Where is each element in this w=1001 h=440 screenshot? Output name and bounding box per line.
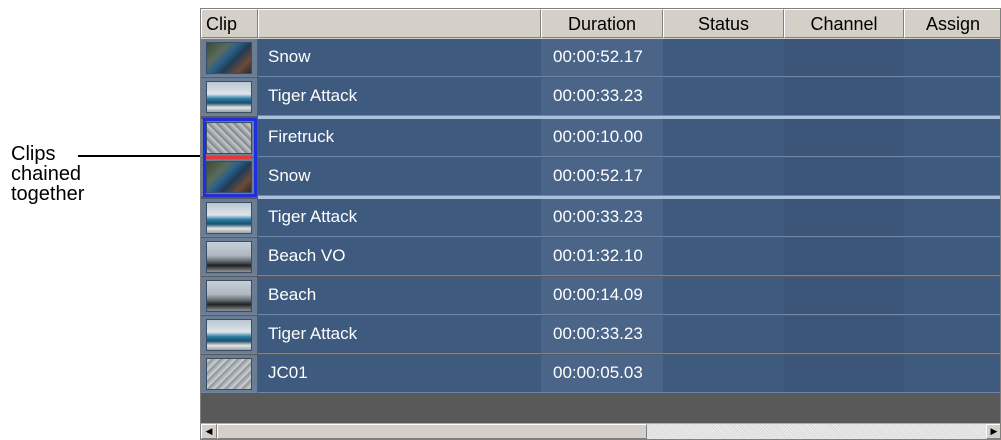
clip-assign[interactable] [904, 199, 1000, 237]
scroll-left-icon[interactable]: ◀ [201, 424, 217, 439]
clip-name[interactable]: Tiger Attack [258, 78, 541, 116]
table-row[interactable]: Snow 00:00:52.17 [201, 158, 1000, 196]
clip-duration: 00:00:52.17 [541, 158, 663, 196]
beach-thumbnail[interactable] [206, 241, 252, 273]
horizontal-scrollbar[interactable]: ◀ ▶ [201, 423, 1000, 439]
clip-status [663, 199, 784, 237]
clip-assign[interactable] [904, 316, 1000, 354]
clip-thumb-cell[interactable] [201, 277, 257, 315]
clip-status [663, 39, 784, 77]
column-header-status[interactable]: Status [663, 9, 784, 38]
jc-thumbnail[interactable] [206, 358, 252, 390]
tiger-thumbnail[interactable] [206, 81, 252, 113]
clip-name[interactable]: Beach [258, 277, 541, 315]
clip-channel [784, 355, 904, 393]
clip-assign[interactable] [904, 355, 1000, 393]
clip-thumb-cell[interactable] [201, 238, 257, 276]
callout-line-3: together [11, 183, 85, 205]
clip-list-panel: Clip Duration Status Channel Assign Snow… [200, 8, 1001, 440]
clip-assign[interactable] [904, 119, 1000, 157]
clip-duration: 00:00:52.17 [541, 39, 663, 77]
clip-assign[interactable] [904, 78, 1000, 116]
table-row[interactable]: Beach VO 00:01:32.10 [201, 238, 1000, 276]
table-row[interactable]: Firetruck 00:00:10.00 [201, 119, 1000, 157]
scrollbar-track[interactable] [647, 424, 986, 439]
clip-status [663, 355, 784, 393]
clip-channel [784, 78, 904, 116]
clip-assign[interactable] [904, 158, 1000, 196]
callout-pointer-line [78, 155, 202, 157]
clip-duration: 00:01:32.10 [541, 238, 663, 276]
clip-thumb-cell[interactable] [201, 316, 257, 354]
tiger-thumbnail[interactable] [206, 319, 252, 351]
snow-thumbnail[interactable] [206, 42, 252, 74]
clip-duration: 00:00:14.09 [541, 277, 663, 315]
table-row[interactable]: Beach 00:00:14.09 [201, 277, 1000, 315]
column-header-duration[interactable]: Duration [541, 9, 663, 38]
clip-channel [784, 199, 904, 237]
clip-name[interactable]: Tiger Attack [258, 199, 541, 237]
clip-channel [784, 119, 904, 157]
callout-line-2: chained [11, 163, 82, 185]
clip-thumb-cell[interactable] [201, 39, 257, 77]
clip-thumb-cell[interactable] [201, 199, 257, 237]
clip-duration: 00:00:33.23 [541, 316, 663, 354]
clip-thumb-cell[interactable] [201, 119, 257, 157]
beach-thumbnail[interactable] [206, 280, 252, 312]
table-row[interactable]: Tiger Attack 00:00:33.23 [201, 78, 1000, 116]
table-row[interactable]: Snow 00:00:52.17 [201, 39, 1000, 77]
clip-duration: 00:00:33.23 [541, 199, 663, 237]
scroll-right-icon[interactable]: ▶ [986, 424, 1000, 439]
clip-duration: 00:00:10.00 [541, 119, 663, 157]
clip-status [663, 119, 784, 157]
clip-status [663, 277, 784, 315]
clip-status [663, 238, 784, 276]
clip-channel [784, 316, 904, 354]
table-header: Clip Duration Status Channel Assign [201, 9, 1000, 39]
scrollbar-thumb[interactable] [217, 424, 647, 439]
clip-status [663, 158, 784, 196]
column-header-channel[interactable]: Channel [784, 9, 904, 38]
table-row[interactable]: Tiger Attack 00:00:33.23 [201, 316, 1000, 354]
snow-thumbnail[interactable] [206, 161, 252, 193]
clip-channel [784, 238, 904, 276]
clip-name[interactable]: Beach VO [258, 238, 541, 276]
clip-name[interactable]: Tiger Attack [258, 316, 541, 354]
fire-thumbnail[interactable] [206, 122, 252, 154]
clip-channel [784, 39, 904, 77]
table-row[interactable]: JC01 00:00:05.03 [201, 355, 1000, 393]
clip-thumb-cell[interactable] [201, 355, 257, 393]
clip-rows: Snow 00:00:52.17 Tiger Attack 00:00:33.2… [201, 39, 1000, 423]
clip-status [663, 316, 784, 354]
chain-join-indicator [206, 156, 252, 159]
clip-name[interactable]: Snow [258, 39, 541, 77]
clip-name[interactable]: Firetruck [258, 119, 541, 157]
clip-thumb-cell[interactable] [201, 78, 257, 116]
clip-duration: 00:00:33.23 [541, 78, 663, 116]
column-header-name[interactable] [258, 9, 541, 38]
clip-name[interactable]: Snow [258, 158, 541, 196]
clip-channel [784, 158, 904, 196]
clip-status [663, 78, 784, 116]
tiger-thumbnail[interactable] [206, 202, 252, 234]
clip-channel [784, 277, 904, 315]
clip-duration: 00:00:05.03 [541, 355, 663, 393]
clip-name[interactable]: JC01 [258, 355, 541, 393]
callout-line-1: Clips [11, 143, 56, 165]
callout-label: Clips chained together [11, 144, 121, 204]
clip-assign[interactable] [904, 277, 1000, 315]
column-header-clip[interactable]: Clip [201, 9, 258, 38]
clip-assign[interactable] [904, 238, 1000, 276]
clip-assign[interactable] [904, 39, 1000, 77]
clip-thumb-cell[interactable] [201, 158, 257, 196]
table-row[interactable]: Tiger Attack 00:00:33.23 [201, 199, 1000, 237]
column-header-assign[interactable]: Assign [904, 9, 1000, 38]
